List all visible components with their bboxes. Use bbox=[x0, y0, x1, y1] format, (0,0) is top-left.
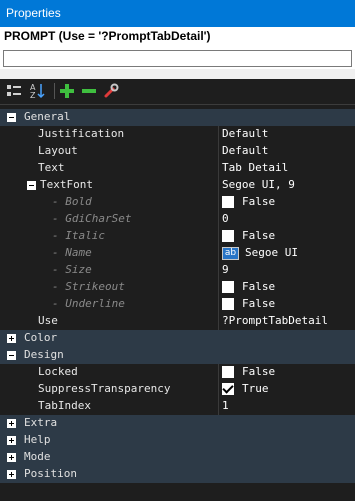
collapse-icon[interactable] bbox=[27, 181, 36, 190]
property-name: Locked bbox=[38, 365, 78, 378]
categorized-view-button[interactable] bbox=[4, 81, 24, 101]
property-value: False bbox=[242, 195, 276, 208]
property-row-textfont[interactable]: TextFont Segoe UI, 9 bbox=[0, 177, 355, 194]
property-row-underline[interactable]: - Underline False bbox=[0, 296, 355, 313]
property-value[interactable]: Default bbox=[222, 127, 268, 140]
properties-tool-button[interactable] bbox=[101, 81, 121, 101]
property-name: - Name bbox=[52, 246, 92, 259]
property-value: False bbox=[242, 280, 276, 293]
category-label: General bbox=[24, 110, 71, 123]
property-name: Layout bbox=[38, 144, 78, 157]
property-name: Text bbox=[38, 161, 65, 174]
alphabetical-sort-icon: A Z bbox=[30, 83, 45, 100]
property-name: TextFont bbox=[40, 178, 93, 191]
object-filter-input[interactable] bbox=[3, 50, 352, 67]
expand-icon[interactable] bbox=[7, 470, 16, 479]
property-row-size[interactable]: - Size 9 bbox=[0, 262, 355, 279]
object-name: PROMPT (Use = '?PromptTabDetail') bbox=[4, 29, 211, 43]
window-titlebar: Properties bbox=[0, 0, 355, 27]
property-value[interactable]: 0 bbox=[222, 212, 229, 225]
property-row-strikeout[interactable]: - Strikeout False bbox=[0, 279, 355, 296]
underline-checkbox[interactable] bbox=[222, 298, 234, 310]
property-row-tabindex[interactable]: TabIndex 1 bbox=[0, 398, 355, 415]
toolbar-separator bbox=[54, 83, 55, 99]
property-name: - Underline bbox=[52, 297, 125, 310]
property-value[interactable]: Tab Detail bbox=[222, 161, 288, 174]
property-value: False bbox=[242, 229, 276, 242]
add-icon bbox=[60, 84, 74, 98]
property-name: TabIndex bbox=[38, 399, 91, 412]
strikeout-checkbox[interactable] bbox=[222, 281, 234, 293]
wrench-icon bbox=[104, 83, 119, 98]
add-button[interactable] bbox=[57, 81, 77, 101]
collapse-icon[interactable] bbox=[7, 351, 16, 360]
property-value: False bbox=[242, 297, 276, 310]
category-label: Position bbox=[24, 467, 77, 480]
categorized-icon bbox=[7, 85, 21, 96]
object-name-bar: PROMPT (Use = '?PromptTabDetail') bbox=[0, 27, 355, 47]
remove-icon bbox=[82, 89, 96, 93]
property-row-suppresstransparency[interactable]: SuppressTransparency True bbox=[0, 381, 355, 398]
toolbar: A Z bbox=[0, 79, 355, 104]
property-row-text[interactable]: Text Tab Detail bbox=[0, 160, 355, 177]
locked-checkbox[interactable] bbox=[222, 366, 234, 378]
property-name: - GdiCharSet bbox=[52, 212, 132, 225]
expand-icon[interactable] bbox=[7, 334, 16, 343]
category-position[interactable]: Position bbox=[0, 466, 355, 483]
property-row-locked[interactable]: Locked False bbox=[0, 364, 355, 381]
property-row-italic[interactable]: - Italic False bbox=[0, 228, 355, 245]
property-name: - Bold bbox=[52, 195, 92, 208]
property-row-gdicharset[interactable]: - GdiCharSet 0 bbox=[0, 211, 355, 228]
spacer bbox=[0, 69, 355, 79]
category-mode[interactable]: Mode bbox=[0, 449, 355, 466]
category-color[interactable]: Color bbox=[0, 330, 355, 347]
italic-checkbox[interactable] bbox=[222, 230, 234, 242]
window-title: Properties bbox=[6, 6, 61, 20]
category-label: Mode bbox=[24, 450, 51, 463]
category-general[interactable]: General bbox=[0, 109, 355, 126]
property-row-justification[interactable]: Justification Default bbox=[0, 126, 355, 143]
expand-icon[interactable] bbox=[7, 419, 16, 428]
category-extra[interactable]: Extra bbox=[0, 415, 355, 432]
property-value[interactable]: ?PromptTabDetail bbox=[222, 314, 328, 327]
expand-icon[interactable] bbox=[7, 436, 16, 445]
category-label: Color bbox=[24, 331, 58, 344]
property-value[interactable]: 1 bbox=[222, 399, 229, 412]
font-preview-icon: ab bbox=[222, 247, 239, 260]
property-name: - Strikeout bbox=[52, 280, 125, 293]
remove-button[interactable] bbox=[79, 81, 99, 101]
property-name: Use bbox=[38, 314, 58, 327]
property-row-layout[interactable]: Layout Default bbox=[0, 143, 355, 160]
property-value[interactable]: Segoe UI, 9 bbox=[222, 178, 295, 191]
suppresstransparency-checkbox[interactable] bbox=[222, 383, 234, 395]
svg-text:Z: Z bbox=[30, 91, 36, 100]
property-value[interactable]: Segoe UI bbox=[245, 246, 298, 259]
property-value: True bbox=[242, 382, 269, 395]
property-row-use[interactable]: Use ?PromptTabDetail bbox=[0, 313, 355, 330]
property-name: SuppressTransparency bbox=[38, 382, 171, 395]
property-name: Justification bbox=[38, 127, 125, 140]
collapse-icon[interactable] bbox=[7, 113, 16, 122]
category-label: Extra bbox=[24, 416, 58, 429]
category-help[interactable]: Help bbox=[0, 432, 355, 449]
property-grid: General Justification Default Layout Def… bbox=[0, 104, 355, 501]
category-design[interactable]: Design bbox=[0, 347, 355, 364]
expand-icon[interactable] bbox=[7, 453, 16, 462]
property-row-bold[interactable]: - Bold False bbox=[0, 194, 355, 211]
category-label: Help bbox=[24, 433, 51, 446]
property-name: - Size bbox=[52, 263, 92, 276]
property-value: False bbox=[242, 365, 276, 378]
property-value[interactable]: Default bbox=[222, 144, 268, 157]
property-name: - Italic bbox=[52, 229, 105, 242]
bold-checkbox[interactable] bbox=[222, 196, 234, 208]
property-row-name[interactable]: - Name ab Segoe UI bbox=[0, 245, 355, 262]
alphabetical-view-button[interactable]: A Z bbox=[27, 81, 47, 101]
property-value[interactable]: 9 bbox=[222, 263, 229, 276]
category-label: Design bbox=[24, 348, 64, 361]
